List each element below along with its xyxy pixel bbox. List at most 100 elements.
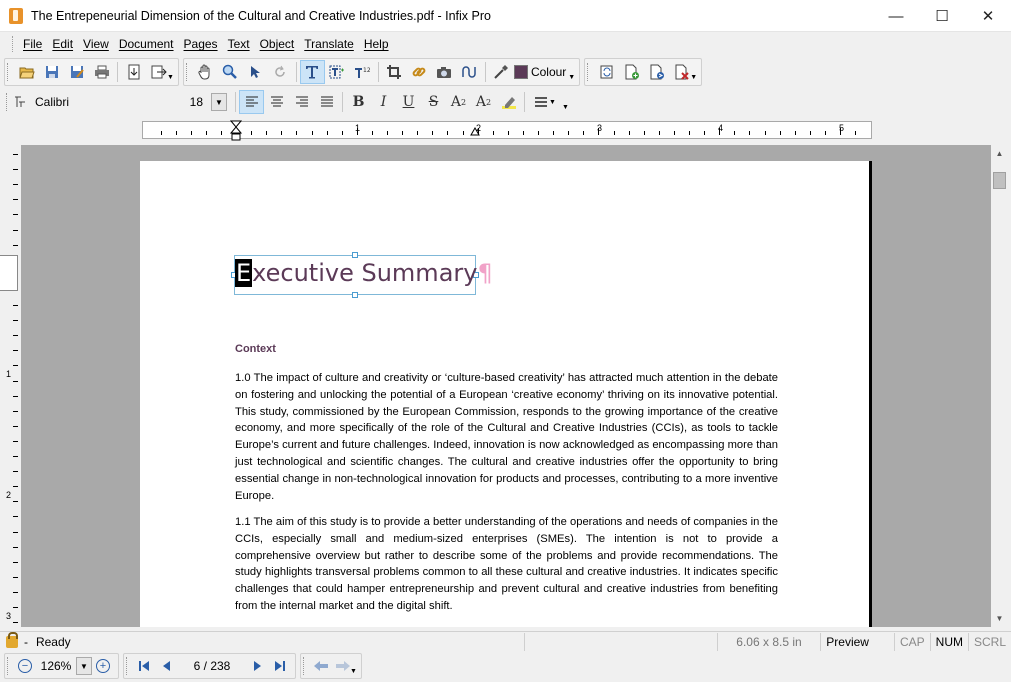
rotate-icon[interactable] [268,60,293,84]
menu-translate[interactable]: Translate [299,37,359,51]
menu-view[interactable]: View [78,37,114,51]
insert-page-icon[interactable] [619,60,644,84]
resize-handle[interactable] [352,292,358,298]
menu-edit[interactable]: Edit [47,37,78,51]
ruler-tick [175,131,177,135]
right-margin-marker-icon[interactable] [470,126,480,136]
format-more-dropdown-icon[interactable]: ▼ [562,104,569,111]
save-icon[interactable] [39,60,64,84]
menu-pages[interactable]: Pages [179,37,223,51]
strikethrough-icon[interactable]: S [421,90,446,114]
extract-page-icon[interactable] [644,60,669,84]
status-bar: - Ready 6.06 x 8.5 in Preview CAP NUM SC… [0,631,1011,651]
menubar-grip[interactable] [12,36,15,52]
link-icon[interactable] [407,60,432,84]
pdf-page[interactable]: Executive Summary¶ Context 1.0 The impac… [140,161,872,627]
section-label[interactable]: Context [235,343,276,355]
close-button[interactable]: ✕ [965,0,1011,32]
text-number-icon[interactable]: 123 [350,60,375,84]
next-page-icon[interactable] [247,655,269,677]
colour-dropdown-icon[interactable]: ▼ [568,74,575,81]
document-workspace[interactable]: Executive Summary¶ Context 1.0 The impac… [21,145,991,627]
previous-page-icon[interactable] [155,655,177,677]
ruler-tick [13,229,18,231]
minimize-button[interactable]: — [873,0,919,32]
toolbar-grip[interactable] [587,63,590,81]
colour-swatch[interactable] [513,65,528,79]
menu-help[interactable]: Help [359,37,394,51]
replace-page-icon[interactable] [594,60,619,84]
menu-object[interactable]: Object [255,37,300,51]
underline-icon[interactable]: U [396,90,421,114]
vertical-ruler[interactable]: 1 2 3 [0,145,20,627]
font-size-field[interactable]: 18 [177,95,203,109]
text-block-icon[interactable] [325,60,350,84]
vertical-scrollbar[interactable]: ▲ ▼ [991,145,1008,627]
toolbar-grip[interactable] [7,63,10,81]
indent-marker-icon[interactable] [230,120,242,142]
superscript-icon[interactable]: A2 [446,90,471,114]
menu-document[interactable]: Document [114,37,179,51]
pilcrow-mark: ¶ [477,259,493,287]
zoom-tool-icon[interactable] [218,60,243,84]
ruler-tick [13,169,18,171]
scroll-thumb[interactable] [993,172,1006,189]
italic-icon[interactable]: I [371,90,396,114]
crop-icon[interactable] [382,60,407,84]
highlight-icon[interactable] [496,90,521,114]
ruler-tick [704,131,706,135]
toolbar-grip[interactable] [303,657,306,675]
history-dropdown-icon[interactable]: ▼ [350,668,357,675]
align-left-icon[interactable] [239,90,264,114]
camera-icon[interactable] [432,60,457,84]
ruler-tick [447,131,449,135]
save-as-icon[interactable] [64,60,89,84]
maximize-button[interactable]: ☐ [919,0,965,32]
print-icon[interactable] [89,60,114,84]
export-dropdown-icon[interactable]: ▼ [167,74,174,81]
text-tool-icon[interactable] [299,60,325,84]
toolbar-grip[interactable] [126,657,129,675]
ruler-tick [13,335,18,337]
path-tool-icon[interactable] [457,60,482,84]
zoom-dropdown-icon[interactable]: ▼ [76,657,92,675]
menu-text[interactable]: Text [223,37,255,51]
align-center-icon[interactable] [264,90,289,114]
zoom-in-button[interactable]: + [92,655,114,677]
hand-tool-icon[interactable] [193,60,218,84]
vertical-ruler-marker[interactable] [0,255,18,291]
open-icon[interactable] [14,60,39,84]
toolbar-grip[interactable] [7,657,10,675]
resize-handle[interactable] [352,252,358,258]
toolbar-grip[interactable] [6,93,9,111]
first-page-icon[interactable] [133,655,155,677]
align-justify-icon[interactable] [314,90,339,114]
align-right-icon[interactable] [289,90,314,114]
scroll-down-icon[interactable]: ▼ [991,610,1008,627]
bold-icon[interactable]: B [346,90,371,114]
zoom-field[interactable]: 126% [36,659,76,673]
font-name-field[interactable]: Calibri [27,92,177,112]
page-number-field[interactable]: 6 / 238 [177,659,247,673]
font-icon [13,90,27,114]
line-spacing-dropdown-icon[interactable]: ▼ [549,99,556,106]
scroll-up-icon[interactable]: ▲ [991,145,1008,162]
horizontal-ruler[interactable]: 1 2 3 4 5 [142,120,872,142]
select-arrow-icon[interactable] [243,60,268,84]
subscript-icon[interactable]: A2 [471,90,496,114]
import-icon[interactable] [121,60,146,84]
ruler-tick [583,131,585,135]
pages-dropdown-icon[interactable]: ▼ [690,74,697,81]
menu-file[interactable]: File [18,37,47,51]
back-icon[interactable] [310,655,332,677]
paragraph-1[interactable]: 1.0 The impact of culture and creativity… [235,370,778,504]
ruler-tick [492,131,494,135]
last-page-icon[interactable] [269,655,291,677]
eyedropper-icon[interactable] [489,60,514,84]
font-size-dropdown-icon[interactable]: ▼ [211,93,227,111]
paragraph-2[interactable]: 1.1 The aim of this study is to provide … [235,514,778,615]
zoom-out-button[interactable]: − [14,655,36,677]
page-heading[interactable]: Executive Summary¶ [235,259,493,287]
toolbar-grip[interactable] [185,63,189,81]
colour-label[interactable]: Colour [531,65,566,79]
